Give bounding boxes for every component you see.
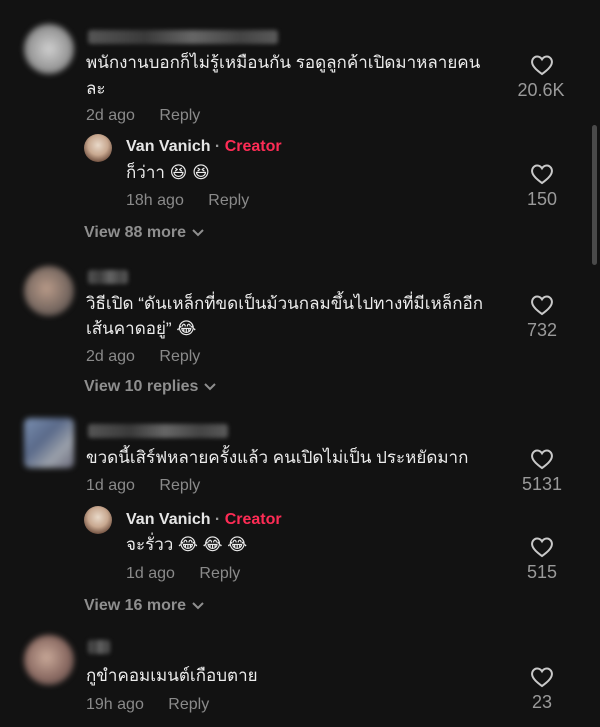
reply-meta: 1d ago Reply — [126, 565, 240, 583]
heart-outline-icon — [512, 54, 572, 76]
reply-button[interactable]: Reply — [159, 348, 200, 365]
comment-meta: 2d ago Reply — [86, 107, 200, 125]
avatar[interactable] — [24, 24, 74, 74]
like-count: 23 — [531, 692, 553, 712]
comment-text: วิธีเปิด “ดันเหล็กที่ขดเป็นม้วนกลมขึ้นไป… — [86, 294, 483, 313]
reply-author[interactable]: Van Vanich · Creator — [126, 138, 282, 156]
like-button[interactable]: 150 — [512, 163, 572, 210]
timestamp: 2d ago — [86, 348, 135, 365]
comment-text-cont: เส้นคาดอยู่” 😂 — [86, 319, 197, 338]
reply-button[interactable]: Reply — [159, 477, 200, 494]
timestamp: 19h ago — [86, 696, 144, 713]
scrollbar[interactable] — [592, 125, 597, 265]
chevron-down-icon — [204, 378, 217, 396]
view-more-button[interactable]: View 88 more — [84, 224, 204, 242]
avatar[interactable] — [84, 506, 112, 534]
heart-outline-icon — [512, 163, 572, 185]
avatar[interactable] — [84, 134, 112, 162]
reply-button[interactable]: Reply — [199, 565, 240, 582]
like-count: 150 — [526, 189, 558, 209]
reply-button[interactable]: Reply — [168, 696, 209, 713]
reply-button[interactable]: Reply — [208, 192, 249, 209]
like-count: 20.6K — [517, 80, 565, 100]
timestamp: 18h ago — [126, 192, 184, 209]
creator-badge: Creator — [224, 138, 282, 155]
heart-outline-icon — [512, 666, 572, 688]
heart-outline-icon — [512, 536, 572, 558]
like-count: 5131 — [521, 474, 563, 494]
comment-meta: 1d ago Reply — [86, 477, 200, 495]
like-button[interactable]: 732 — [512, 294, 572, 341]
heart-outline-icon — [512, 448, 572, 470]
username[interactable] — [88, 640, 110, 654]
timestamp: 2d ago — [86, 107, 135, 124]
reply-meta: 18h ago Reply — [126, 192, 249, 210]
creator-badge: Creator — [224, 511, 282, 528]
reply-text: จะรั่วว 😂 😂 😂 — [126, 535, 248, 554]
like-button[interactable]: 515 — [512, 536, 572, 583]
username[interactable] — [88, 30, 278, 44]
timestamp: 1d ago — [126, 565, 175, 582]
avatar[interactable] — [24, 635, 74, 685]
like-button[interactable]: 23 — [512, 666, 572, 713]
heart-outline-icon — [512, 294, 572, 316]
comment-text: กูขำคอมเมนต์เกือบตาย — [86, 666, 258, 685]
chevron-down-icon — [192, 224, 204, 242]
like-count: 515 — [526, 562, 558, 582]
timestamp: 1d ago — [86, 477, 135, 494]
view-more-button[interactable]: View 16 more — [84, 597, 204, 615]
chevron-down-icon — [192, 597, 204, 615]
avatar[interactable] — [24, 418, 74, 468]
comment-text: ขวดนี้เสิร์ฟหลายครั้งแล้ว คนเปิดไม่เป็น … — [86, 448, 469, 467]
reply-author[interactable]: Van Vanich · Creator — [126, 511, 282, 529]
like-button[interactable]: 20.6K — [512, 54, 572, 101]
username[interactable] — [88, 424, 228, 438]
username[interactable] — [88, 270, 128, 284]
reply-button[interactable]: Reply — [159, 107, 200, 124]
comment-text: พนักงานบอกก็ไม่รู้เหมือนกัน รอดูลูกค้าเป… — [86, 53, 481, 72]
like-button[interactable]: 5131 — [512, 448, 572, 495]
reply-text: ก็ว่าา 😆 😆 — [126, 163, 210, 182]
comment-text-cont: ละ — [86, 79, 106, 98]
like-count: 732 — [526, 320, 558, 340]
avatar[interactable] — [24, 266, 74, 316]
view-more-button[interactable]: View 10 replies — [84, 378, 217, 396]
comment-meta: 19h ago Reply — [86, 696, 209, 714]
comment-meta: 2d ago Reply — [86, 348, 200, 366]
